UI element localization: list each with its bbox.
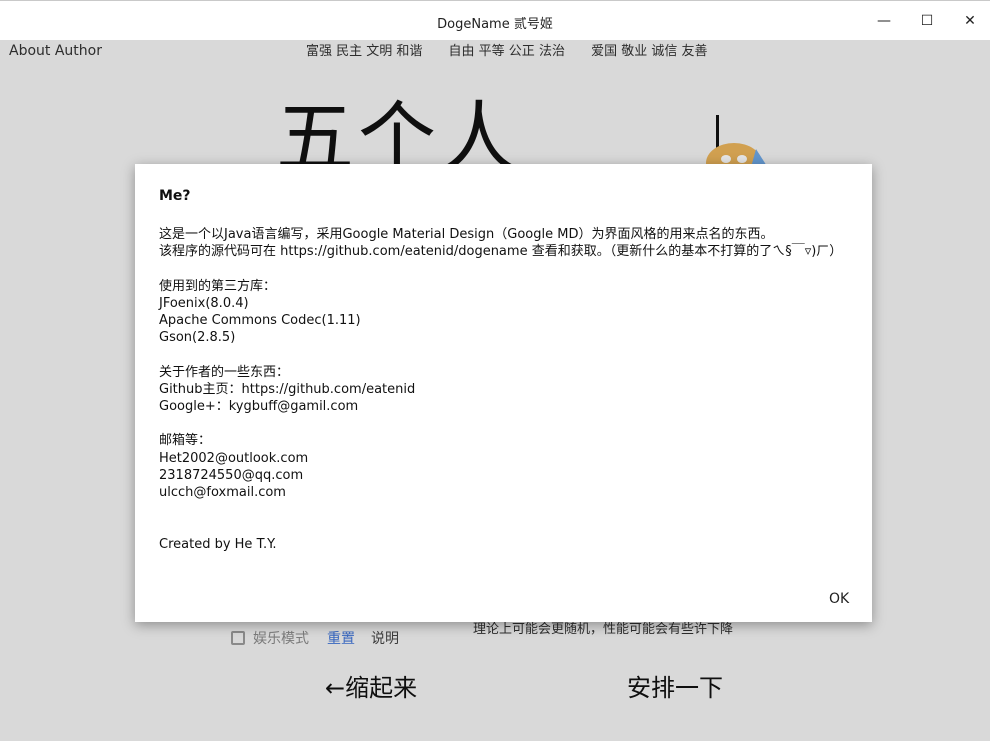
ok-button[interactable]: OK [829,591,849,607]
about-dialog: Me? 这是一个以Java语言编写，采用Google Material Desi… [135,164,872,622]
dialog-line: 邮箱等： [159,433,212,449]
dialog-line [159,260,859,277]
dialog-line: 使用到的第三方库： [159,278,277,294]
dialog-line: Gson(2.8.5) [159,330,236,346]
dialog-heading: Me? [159,188,191,204]
maximize-icon[interactable]: ☐ [905,1,949,41]
dialog-line: ulcch@foxmail.com [159,485,286,501]
dialog-line: Created by He T.Y. [159,536,277,552]
dialog-line [159,346,859,363]
close-icon[interactable]: ✕ [948,1,990,41]
dialog-line [159,518,859,535]
dialog-line: Het2002@outlook.com [159,450,309,466]
dialog-line [159,415,859,432]
dialog-line: Github主页：https://github.com/eatenid [159,381,416,397]
dialog-line: 关于作者的一些东西： [159,364,290,380]
dialog-line: Google+：kygbuff@gamil.com [159,399,359,415]
window-title: DogeName 贰号姬 [437,17,553,32]
dialog-line [159,501,859,518]
window-titlebar: DogeName 贰号姬 — ☐ ✕ [0,0,990,40]
dialog-line: Apache Commons Codec(1.11) [159,313,361,329]
dialog-body: 这是一个以Java语言编写，采用Google Material Design（G… [159,226,859,553]
dialog-line: 2318724550@qq.com [159,467,304,483]
dialog-line: JFoenix(8.0.4) [159,295,249,311]
dialog-line: 这是一个以Java语言编写，采用Google Material Design（G… [159,227,774,242]
dialog-line: 该程序的源代码可在 https://github.com/eatenid/dog… [159,244,843,260]
minimize-icon[interactable]: — [862,1,906,41]
